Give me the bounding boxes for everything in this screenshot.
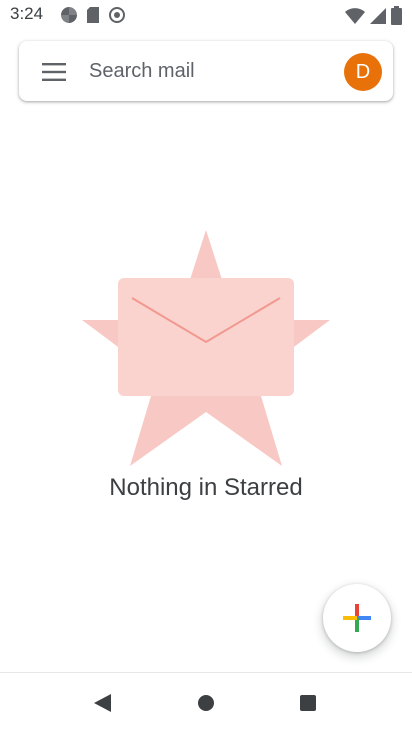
google-photos-icon [61, 7, 77, 23]
sd-card-icon [87, 7, 99, 23]
status-bar: 3:24 [0, 0, 412, 30]
signal-icon [370, 7, 386, 24]
status-icons-left [60, 6, 126, 24]
plus-icon [343, 604, 371, 632]
back-button[interactable] [88, 689, 116, 717]
recents-button[interactable] [294, 689, 322, 717]
location-icon [109, 7, 125, 23]
search-input[interactable] [89, 55, 309, 87]
empty-state-message: Nothing in Starred [109, 474, 303, 501]
home-icon [198, 695, 214, 711]
status-icons-right [345, 6, 402, 25]
recents-icon [300, 695, 316, 711]
hamburger-menu-icon [42, 63, 66, 81]
envelope-body [118, 278, 294, 396]
account-avatar[interactable]: D [344, 53, 382, 91]
starred-envelope-illustration [82, 230, 330, 466]
home-button[interactable] [192, 689, 220, 717]
compose-button[interactable] [323, 584, 391, 652]
system-nav-bar [0, 672, 412, 732]
menu-button[interactable] [39, 57, 69, 87]
wifi-icon [345, 7, 365, 24]
status-time: 3:24 [10, 4, 44, 23]
search-bar[interactable]: D [19, 41, 393, 101]
battery-icon [391, 6, 402, 25]
back-icon [94, 694, 111, 712]
